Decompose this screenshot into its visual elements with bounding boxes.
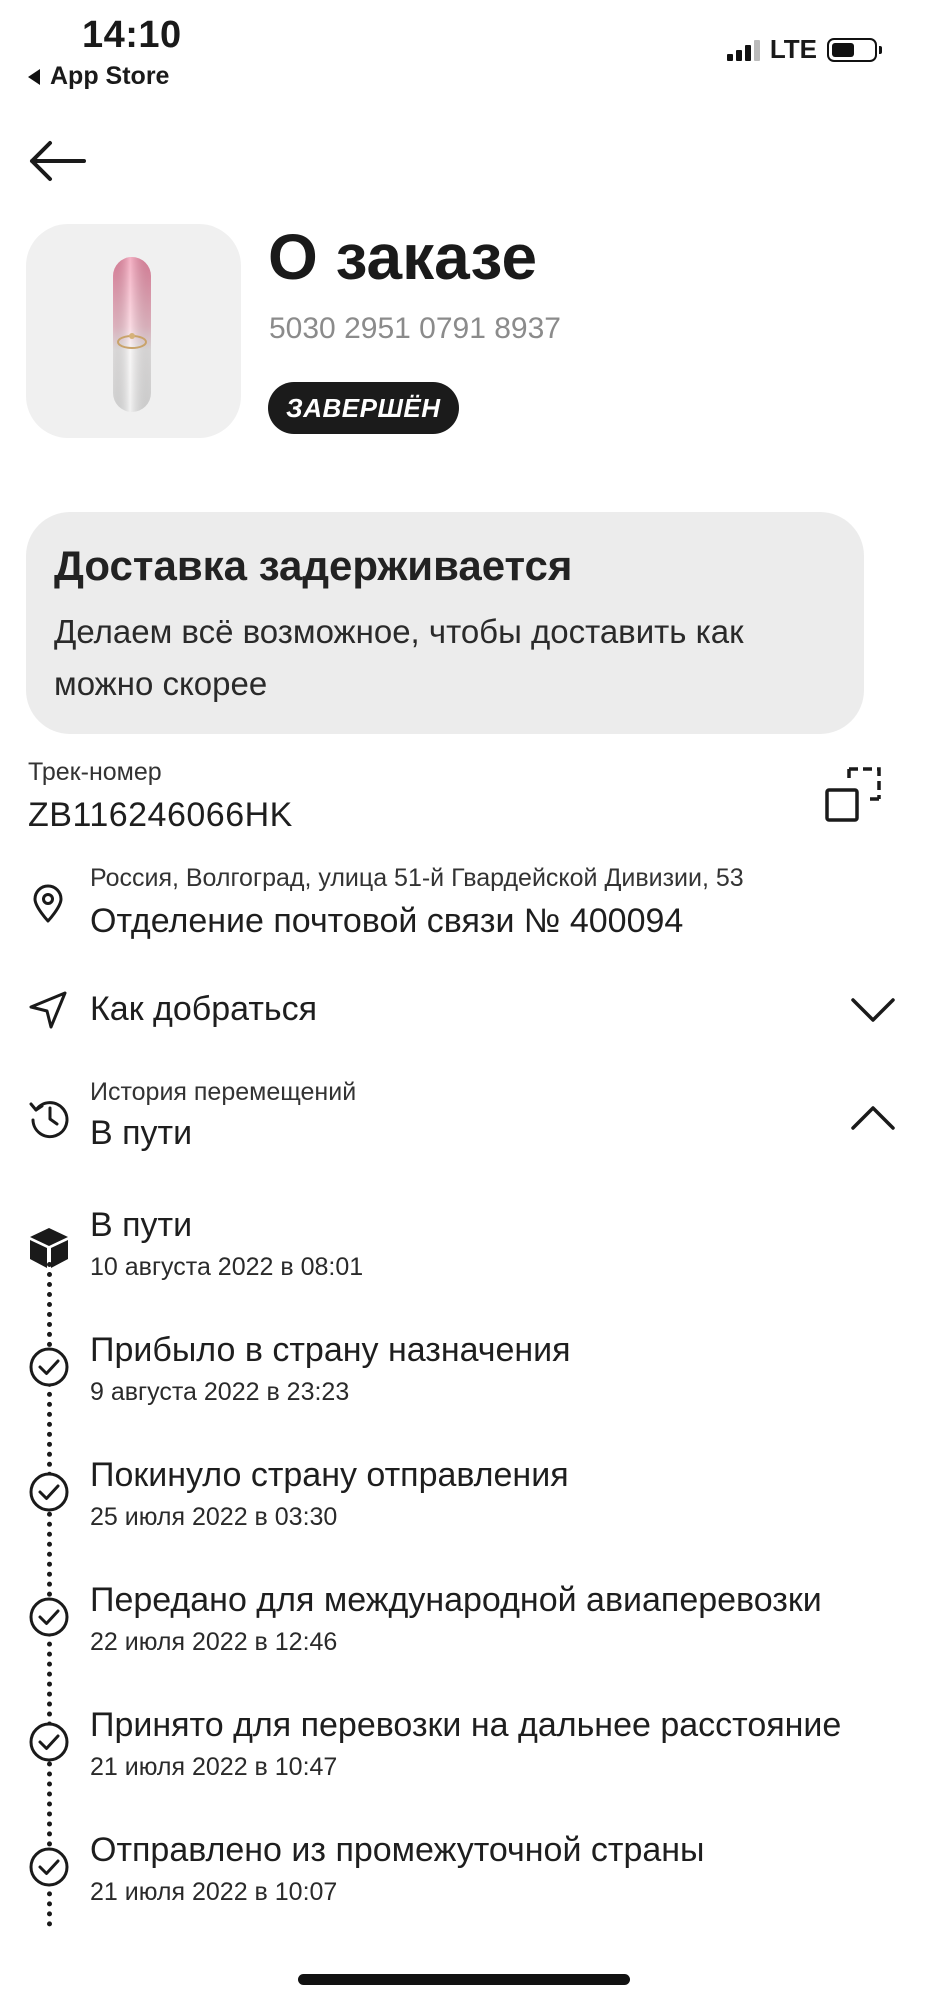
status-time: 14:10 — [82, 14, 182, 56]
status-badge: ЗАВЕРШЁН — [268, 382, 459, 434]
check-circle-icon — [29, 1472, 69, 1512]
event-date: 10 августа 2022 в 08:01 — [90, 1253, 364, 1281]
timeline-event: Передано для международной авиаперевозки… — [90, 1581, 822, 1657]
check-circle-icon — [29, 1597, 69, 1637]
history-toggle[interactable]: История перемещений В пути — [0, 1078, 925, 1168]
timeline-event: Покинуло страну отправления 25 июля 2022… — [90, 1456, 569, 1532]
product-image[interactable] — [26, 224, 241, 438]
chevron-down-icon — [851, 998, 895, 1022]
history-clock-icon — [29, 1101, 69, 1139]
pickup-office: Отделение почтовой связи № 400094 — [90, 902, 684, 940]
event-title: В пути — [90, 1206, 193, 1244]
event-title: Отправлено из промежуточной страны — [90, 1831, 705, 1869]
event-title: Принято для перевозки на дальнее расстоя… — [90, 1706, 842, 1744]
history-current-status: В пути — [90, 1114, 193, 1152]
directions-label: Как добраться — [90, 990, 318, 1028]
timeline-event: Отправлено из промежуточной страны 21 ию… — [90, 1831, 705, 1907]
back-triangle-icon — [28, 68, 40, 85]
back-app-label: App Store — [50, 62, 170, 90]
chevron-up-icon — [851, 1106, 895, 1130]
network-type: LTE — [769, 34, 817, 64]
back-arrow-icon[interactable] — [28, 140, 86, 182]
notice-title: Доставка задерживается — [54, 542, 573, 589]
event-title: Покинуло страну отправления — [90, 1456, 569, 1494]
event-date: 21 июля 2022 в 10:47 — [90, 1753, 338, 1781]
signal-icon — [726, 39, 760, 61]
battery-icon — [827, 37, 882, 62]
page-title: О заказе — [268, 221, 538, 293]
location-pin-icon — [33, 884, 63, 923]
status-indicators: LTE — [726, 34, 882, 65]
package-box-icon — [30, 1228, 68, 1268]
timeline-event: В пути 10 августа 2022 в 08:01 — [90, 1206, 363, 1282]
event-date: 9 августа 2022 в 23:23 — [90, 1378, 350, 1406]
check-circle-icon — [29, 1847, 69, 1887]
back-to-app-store[interactable]: App Store — [28, 62, 169, 91]
delay-notice: Доставка задерживается Делаем всё возмож… — [26, 512, 864, 734]
order-number: 5030 2951 0791 8937 — [269, 312, 561, 345]
home-indicator[interactable] — [298, 1974, 630, 1985]
timeline-event: Прибыло в страну назначения 9 августа 20… — [90, 1331, 571, 1407]
event-title: Прибыло в страну назначения — [90, 1331, 571, 1369]
copy-icon[interactable] — [824, 766, 882, 824]
lipstick-image — [113, 257, 151, 412]
event-title: Передано для международной авиаперевозки — [90, 1581, 822, 1619]
tracking-number[interactable]: ZB116246066HK — [28, 796, 293, 835]
event-date: 21 июля 2022 в 10:07 — [90, 1878, 338, 1906]
check-circle-icon — [29, 1722, 69, 1762]
event-date: 22 июля 2022 в 12:46 — [90, 1628, 338, 1656]
navigation-arrow-icon — [29, 991, 67, 1029]
notice-text: Делаем всё возможное, чтобы доставить ка… — [54, 613, 744, 702]
tracking-label: Трек-номер — [28, 758, 162, 786]
event-date: 25 июля 2022 в 03:30 — [90, 1503, 338, 1531]
check-circle-icon — [29, 1347, 69, 1387]
history-label: История перемещений — [90, 1078, 357, 1106]
pickup-address: Россия, Волгоград, улица 51-й Гвардейско… — [90, 864, 744, 892]
timeline-event: Принято для перевозки на дальнее расстоя… — [90, 1706, 841, 1782]
directions-row[interactable]: Как добраться — [0, 980, 925, 1042]
